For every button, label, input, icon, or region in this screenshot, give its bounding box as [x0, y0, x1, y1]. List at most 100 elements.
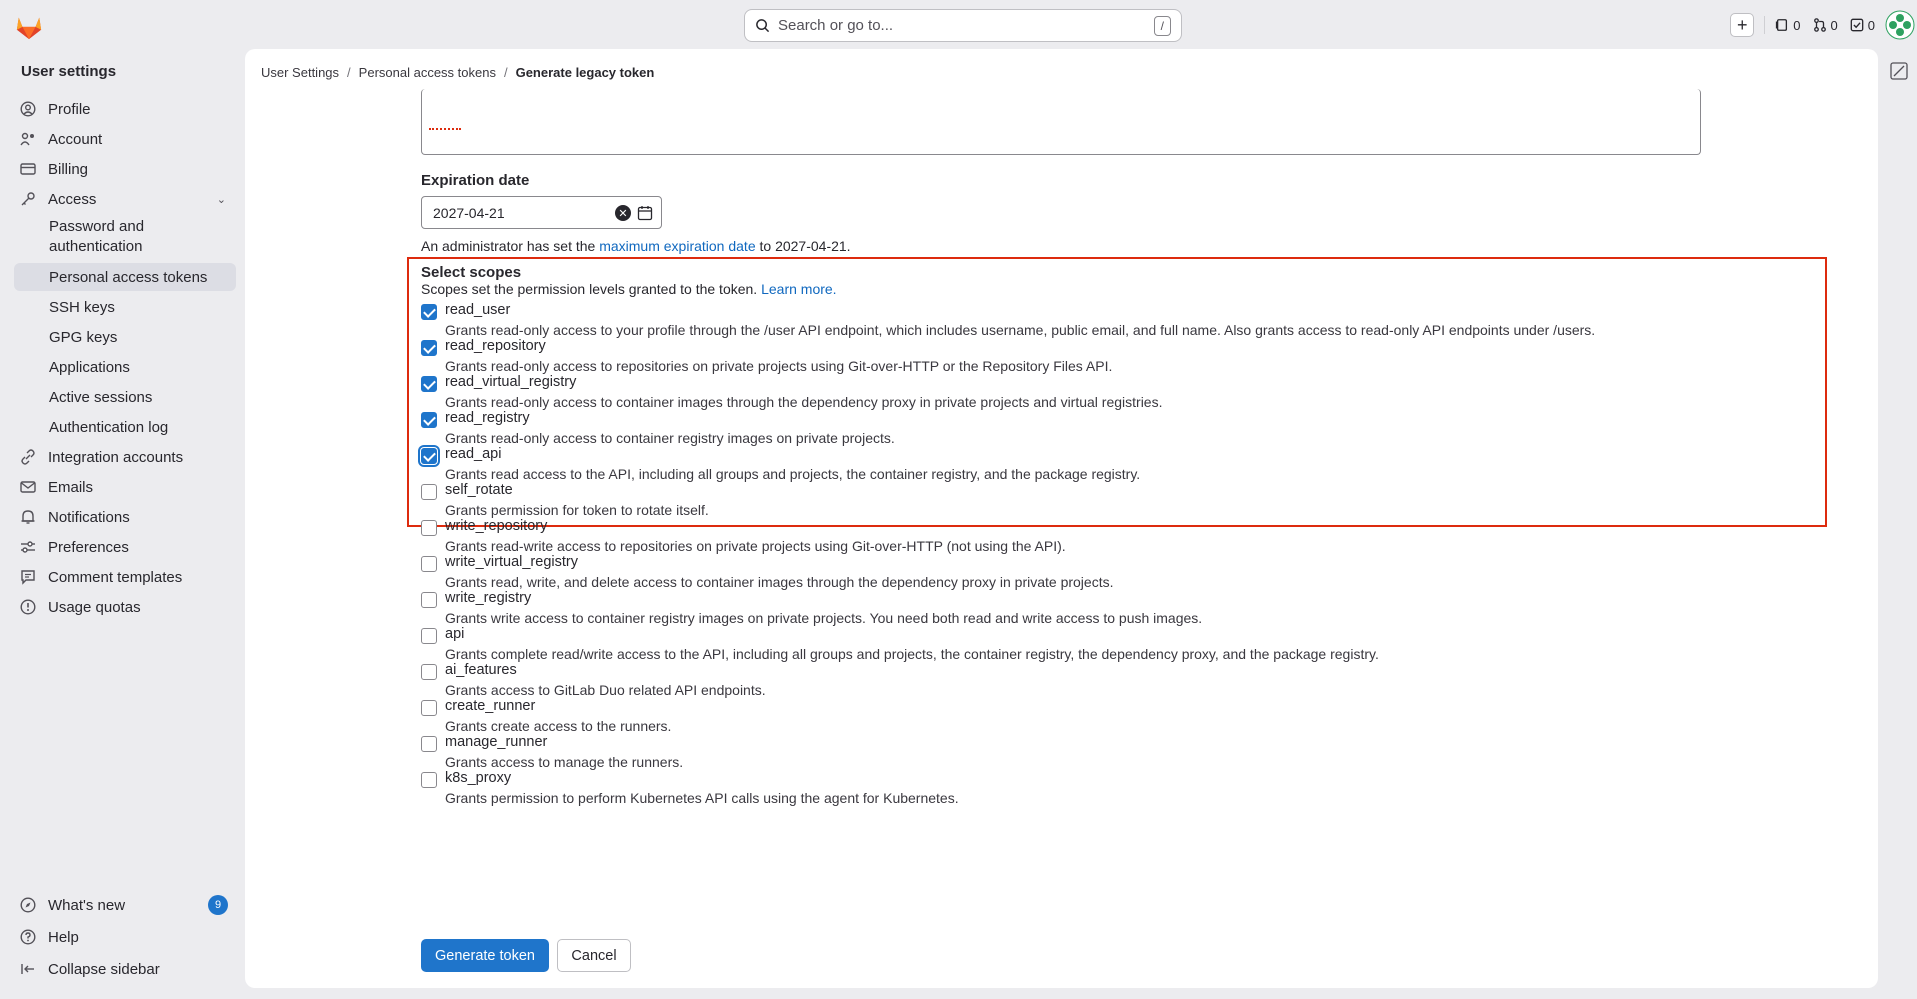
breadcrumb-separator: / [347, 65, 351, 80]
breadcrumb: User Settings / Personal access tokens /… [261, 65, 654, 80]
merge-requests-button[interactable]: 0 [1813, 18, 1838, 33]
sidebar-whats-new[interactable]: What's new 9 [14, 891, 236, 919]
scope-checkbox[interactable] [421, 304, 437, 320]
sidebar-item-label: GPG keys [49, 328, 118, 346]
scope-checkbox[interactable] [421, 484, 437, 500]
scope-description: Grants read-only access to repositories … [445, 358, 1113, 374]
calendar-icon[interactable] [637, 205, 653, 221]
profile-icon [20, 101, 36, 117]
scope-checkbox[interactable] [421, 664, 437, 680]
scopes-help: Scopes set the permission levels granted… [421, 281, 762, 297]
breadcrumb-user-settings[interactable]: User Settings [261, 65, 339, 80]
scope-checkbox[interactable] [421, 412, 437, 428]
scope-name[interactable]: read_user [445, 302, 510, 318]
scope-checkbox[interactable] [421, 592, 437, 608]
sidebar-item-comment-templates[interactable]: Comment templates [14, 563, 236, 591]
sidebar-item-label: Applications [49, 358, 130, 376]
spellcheck-marker [429, 127, 461, 130]
sidebar-item-billing[interactable]: Billing [14, 155, 236, 183]
sidebar-item-personal-access-tokens[interactable]: Personal access tokens [14, 263, 236, 291]
scope-checkbox[interactable] [421, 376, 437, 392]
sidebar-item-usage-quotas[interactable]: Usage quotas [14, 593, 236, 621]
scope-name[interactable]: api [445, 626, 464, 642]
sidebar-item-password[interactable]: Password and authentication [14, 214, 236, 258]
scope-name[interactable]: read_api [445, 446, 501, 462]
draw-annotation-icon[interactable] [1889, 61, 1909, 81]
main-panel: User Settings / Personal access tokens /… [245, 49, 1878, 988]
sidebar-item-access[interactable]: Access ⌄ [14, 185, 236, 213]
sidebar-item-notifications[interactable]: Notifications [14, 503, 236, 531]
learn-more-link[interactable]: Learn more. [761, 281, 836, 297]
sidebar-item-profile[interactable]: Profile [14, 95, 236, 123]
create-new-button[interactable]: + [1730, 13, 1755, 37]
breadcrumb-separator: / [503, 65, 508, 80]
cancel-button[interactable]: Cancel [557, 939, 631, 972]
scope-checkbox[interactable] [421, 700, 437, 716]
sidebar-item-label: Password and authentication [49, 218, 145, 255]
sidebar-item-label: SSH keys [49, 298, 115, 316]
scope-name[interactable]: write_repository [445, 518, 547, 534]
scope-name[interactable]: create_runner [445, 698, 535, 714]
scope-description: Grants read, write, and delete access to… [445, 574, 1114, 590]
sidebar-item-ssh-keys[interactable]: SSH keys [14, 293, 236, 321]
sidebar-item-label: Emails [48, 478, 94, 496]
scope-checkbox[interactable] [421, 448, 437, 464]
sidebar: User settings Profile Account Billing Ac… [0, 50, 245, 999]
sidebar-item-label: Active sessions [49, 388, 153, 406]
chevron-down-icon: ⌄ [216, 193, 226, 206]
scope-name[interactable]: read_registry [445, 410, 530, 426]
todo-icon [1850, 18, 1864, 32]
divider [1764, 16, 1766, 34]
generate-token-button[interactable]: Generate token [421, 939, 549, 972]
sidebar-item-gpg-keys[interactable]: GPG keys [14, 323, 236, 351]
scope-name[interactable]: self_rotate [445, 482, 513, 498]
breadcrumb-personal-access-tokens[interactable]: Personal access tokens [359, 65, 496, 80]
whats-new-label: What's new [48, 896, 126, 914]
gitlab-logo-icon[interactable] [14, 12, 44, 40]
sidebar-item-emails[interactable]: Emails [14, 473, 236, 501]
mail-icon [20, 479, 36, 495]
scope-name[interactable]: write_registry [445, 590, 531, 606]
sidebar-item-authentication-log[interactable]: Authentication log [14, 413, 236, 441]
scope-description: Grants read-only access to container reg… [445, 430, 895, 446]
sidebar-item-integration-accounts[interactable]: Integration accounts [14, 443, 236, 471]
help-label: Help [48, 928, 79, 946]
sidebar-item-preferences[interactable]: Preferences [14, 533, 236, 561]
scope-name[interactable]: manage_runner [445, 734, 547, 750]
sidebar-collapse[interactable]: Collapse sidebar [14, 955, 236, 983]
issues-button[interactable]: 0 [1775, 18, 1801, 33]
scope-name[interactable]: write_virtual_registry [445, 554, 578, 570]
scope-name[interactable]: read_repository [445, 338, 546, 354]
compass-icon [20, 897, 36, 913]
sidebar-item-label: Usage quotas [48, 598, 141, 616]
clear-date-icon[interactable]: ✕ [615, 205, 631, 221]
expiration-date-input[interactable]: 2027-04-21 ✕ [421, 196, 662, 229]
scopes-help-text: Scopes set the permission levels granted… [421, 281, 837, 297]
scope-checkbox[interactable] [421, 736, 437, 752]
search-input[interactable]: Search or go to... / [744, 9, 1182, 42]
scope-checkbox[interactable] [421, 772, 437, 788]
sidebar-item-label: Preferences [48, 538, 129, 556]
sidebar-item-account[interactable]: Account [14, 125, 236, 153]
scope-description: Grants create access to the runners. [445, 718, 672, 734]
scope-checkbox[interactable] [421, 520, 437, 536]
todos-button[interactable]: 0 [1850, 18, 1875, 33]
scope-name[interactable]: read_virtual_registry [445, 374, 576, 390]
todos-count: 0 [1867, 17, 1875, 33]
scope-name[interactable]: ai_features [445, 662, 517, 678]
scope-name[interactable]: k8s_proxy [445, 770, 511, 786]
user-avatar-icon[interactable] [1885, 10, 1915, 40]
token-description-textarea[interactable] [421, 89, 1701, 155]
scope-description: Grants read-only access to your profile … [445, 322, 1596, 338]
collapse-sidebar-label: Collapse sidebar [48, 960, 160, 978]
search-shortcut-key: / [1153, 15, 1171, 36]
scope-checkbox[interactable] [421, 340, 437, 356]
sidebar-help[interactable]: Help [14, 923, 236, 951]
scope-description: Grants access to manage the runners. [445, 754, 684, 770]
max-expiration-link[interactable]: maximum expiration date [599, 238, 755, 254]
sidebar-item-applications[interactable]: Applications [14, 353, 236, 381]
scope-checkbox[interactable] [421, 556, 437, 572]
sidebar-item-active-sessions[interactable]: Active sessions [14, 383, 236, 411]
scope-description: Grants access to GitLab Duo related API … [445, 682, 766, 698]
scope-checkbox[interactable] [421, 628, 437, 644]
